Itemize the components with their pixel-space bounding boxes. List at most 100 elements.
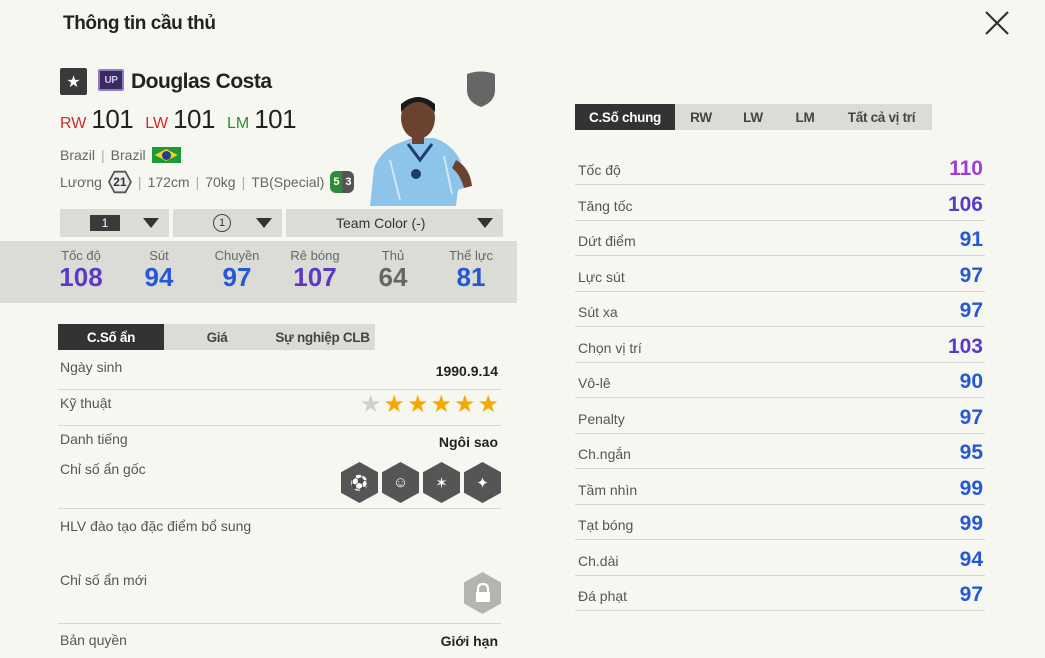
stat-value: 99: [959, 477, 983, 500]
left-foot-value: 5: [330, 171, 343, 193]
close-button[interactable]: [980, 6, 1014, 40]
key-stat-defending: Thủ 64: [354, 241, 432, 303]
stat-label: Đá phạt: [578, 588, 628, 604]
favorite-star-icon[interactable]: ★: [60, 68, 87, 95]
trait-speed-dribbler-icon[interactable]: ✶: [423, 462, 460, 503]
stat-value: 110: [949, 157, 983, 180]
key-stat-value: 108: [59, 262, 103, 292]
key-stat-pace: Tốc độ 108: [42, 241, 120, 303]
chevron-down-icon: [143, 218, 159, 228]
trait-icons: ⚽ ☺ ✶ ✦: [341, 462, 501, 503]
stat-label: Tầm nhìn: [578, 482, 638, 498]
position-label: RW: [60, 115, 87, 132]
stat-label: Penalty: [578, 411, 625, 427]
player-photo: [370, 97, 472, 206]
stat-label: Tăng tốc: [578, 198, 633, 214]
grade-value: 1: [213, 214, 231, 232]
stat-row: Ch.dài 94: [575, 540, 985, 576]
stat-label: Ch.ngắn: [578, 446, 631, 462]
close-icon: [985, 11, 1009, 35]
stat-row: Lực sút 97: [575, 256, 985, 292]
divider: |: [195, 174, 200, 190]
stat-label: Sút xa: [578, 304, 618, 320]
stat-label: Chọn vị trí: [578, 340, 642, 356]
brazil-flag-icon: [151, 147, 181, 163]
stat-row: Ch.ngắn 95: [575, 433, 985, 469]
stat-label: Lực sút: [578, 269, 625, 285]
license-value: Giới hạn: [440, 633, 498, 649]
trait-flair-icon[interactable]: ☺: [382, 462, 419, 503]
star-icon: ★: [359, 391, 382, 418]
tab-price[interactable]: Giá: [164, 324, 270, 350]
key-stat-passing: Chuyền 97: [198, 241, 276, 303]
divider: |: [101, 147, 105, 163]
right-foot-value: 3: [342, 171, 355, 193]
key-stat-value: 81: [456, 262, 486, 292]
team-color-select[interactable]: Team Color (-): [286, 209, 503, 237]
position-rw: RW 101: [60, 104, 134, 135]
stat-row: Sút xa 97: [575, 291, 985, 327]
stat-value: 97: [959, 583, 983, 606]
trait-outside-foot-icon[interactable]: ✦: [464, 462, 501, 503]
birth-row: Ngày sinh 1990.9.14: [58, 354, 501, 390]
stat-row: Tốc độ 110: [575, 149, 985, 185]
key-stats-bar: Tốc độ 108 Sút 94 Chuyền 97 Rê bóng 107 …: [0, 241, 517, 303]
stat-row: Tạt bóng 99: [575, 504, 985, 540]
skill-stars: ★ ★ ★ ★ ★ ★: [360, 393, 499, 417]
key-stat-label: Tốc độ: [61, 248, 101, 263]
divider: |: [137, 174, 142, 190]
season-badge: UP: [98, 69, 124, 91]
key-stat-label: Thủ: [381, 248, 405, 263]
key-stat-shooting: Sút 94: [120, 241, 198, 303]
stat-value: 97: [959, 406, 983, 429]
nation-row: Brazil | Brazil: [60, 147, 181, 163]
upgrade-level-select[interactable]: 1: [60, 209, 169, 237]
team-color-value: Team Color (-): [336, 215, 426, 231]
stat-value: 106: [947, 193, 983, 216]
key-stat-label: Rê bóng: [290, 248, 340, 263]
license-label: Bản quyền: [60, 632, 127, 648]
stat-value: 90: [959, 370, 983, 393]
position-ovr: 101: [254, 104, 297, 134]
stat-value: 91: [959, 228, 983, 251]
stat-label: Ch.dài: [578, 553, 619, 569]
body-type-value: TB(Special): [251, 174, 325, 190]
stat-label: Tạt bóng: [578, 517, 634, 533]
detail-tabs: C.Số ẩn Giá Sự nghiệp CLB: [58, 324, 375, 350]
star-icon: ★: [477, 391, 499, 418]
lock-icon[interactable]: [464, 572, 501, 614]
key-stat-label: Thể lực: [448, 248, 494, 263]
tab-lm[interactable]: LM: [779, 104, 831, 130]
trait-finesse-shot-icon[interactable]: ⚽: [341, 462, 378, 503]
tab-hidden-stats[interactable]: C.Số ẩn: [58, 324, 164, 350]
new-traits-label: Chỉ số ẩn mới: [60, 572, 147, 588]
new-traits-row: Chỉ số ẩn mới: [58, 564, 501, 624]
tab-lw[interactable]: LW: [727, 104, 779, 130]
coach-label: HLV đào tạo đặc điểm bổ sung: [60, 518, 252, 534]
tab-club-career[interactable]: Sự nghiệp CLB: [270, 324, 375, 350]
key-stat-label: Sút: [149, 248, 169, 263]
grade-select[interactable]: 1: [173, 209, 282, 237]
star-icon: ★: [453, 391, 476, 418]
tab-rw[interactable]: RW: [675, 104, 727, 130]
fame-row: Danh tiếng Ngôi sao: [58, 426, 501, 456]
stat-value: 97: [959, 264, 983, 287]
position-label: LW: [145, 115, 169, 132]
stat-value: 97: [959, 299, 983, 322]
birth-label: Ngày sinh: [60, 359, 123, 375]
star-icon: ★: [430, 391, 452, 418]
height-value: 172cm: [147, 174, 190, 190]
tab-all-positions[interactable]: Tất cả vị trí: [831, 104, 932, 130]
license-row: Bản quyền Giới hạn: [58, 624, 501, 658]
position-lm: LM 101: [227, 104, 297, 135]
stat-row: Chọn vị trí 103: [575, 327, 985, 363]
fame-label: Danh tiếng: [60, 431, 128, 447]
salary-value: 21: [109, 172, 130, 192]
stat-row: Tầm nhìn 99: [575, 469, 985, 505]
weight-value: 70kg: [205, 174, 236, 190]
traits-label: Chỉ số ẩn gốc: [60, 461, 146, 477]
tab-general-stats[interactable]: C.Số chung: [575, 104, 675, 130]
salary-label: Lương: [60, 174, 102, 190]
fame-value: Ngôi sao: [438, 434, 498, 450]
skill-row: Kỹ thuật ★ ★ ★ ★ ★ ★: [58, 390, 501, 426]
